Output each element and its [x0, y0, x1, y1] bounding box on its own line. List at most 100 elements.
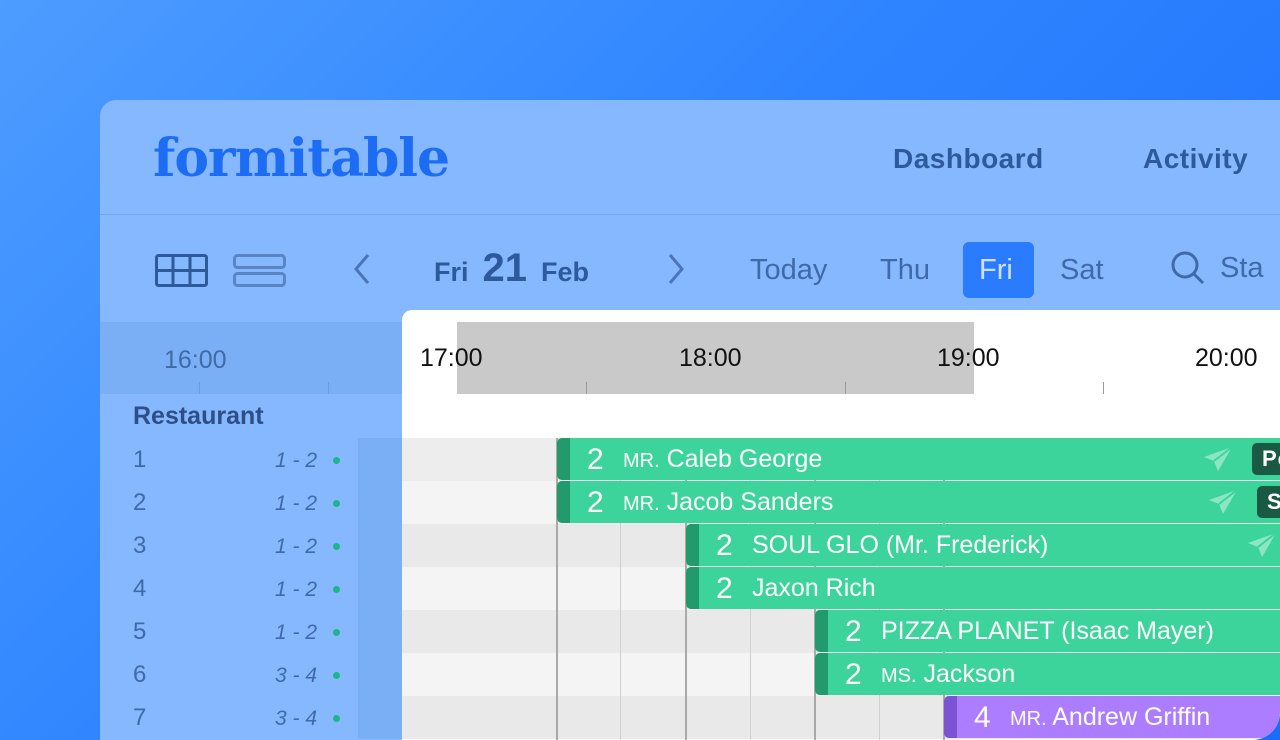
table-number: 7	[133, 704, 147, 731]
table-capacity: 1 - 2	[275, 535, 318, 558]
status-dot	[333, 586, 340, 593]
row-shade	[358, 481, 402, 524]
time-tick	[328, 382, 329, 394]
table-capacity: 3 - 4	[275, 664, 318, 687]
table-number: 5	[133, 618, 147, 645]
date-weekday: Fri	[434, 257, 469, 287]
search-icon	[1171, 251, 1205, 285]
booking-strip	[557, 438, 570, 480]
booking-strip	[686, 567, 699, 609]
calendar-toolbar: Fri 21 Feb Today Thu Fri Sat Sta	[100, 216, 1280, 322]
search-box[interactable]: Sta	[1170, 250, 1264, 286]
nav-dashboard[interactable]: Dashboard	[893, 143, 1044, 175]
guest-count: 2	[716, 572, 733, 605]
guest-count: 2	[587, 486, 604, 519]
send-icon	[1248, 532, 1277, 557]
left-time-header: 16:00	[100, 322, 402, 394]
guest-count: 2	[716, 529, 733, 562]
row-shade	[358, 567, 402, 610]
chevron-right-icon[interactable]	[666, 252, 686, 286]
date-number: 21	[482, 246, 528, 290]
booking-strip	[686, 524, 699, 566]
status-dot	[333, 500, 340, 507]
booking-bar[interactable]: 2 MR. Caleb George Po	[557, 438, 1280, 480]
list-view-icon[interactable]	[233, 254, 286, 287]
date-month: Feb	[541, 257, 590, 287]
hour-label: 16:00	[164, 346, 227, 374]
table-capacity: 1 - 2	[275, 578, 318, 601]
send-icon	[1204, 446, 1233, 471]
timeline-panel: 17:00 18:00 19:00 20:00 2 MR. Caleb Geor…	[402, 310, 1280, 740]
status-dot	[333, 629, 340, 636]
booking-strip	[815, 610, 828, 652]
send-icon	[1209, 489, 1238, 514]
table-number: 1	[133, 446, 147, 473]
chevron-left-icon[interactable]	[352, 252, 372, 286]
row-shade	[358, 610, 402, 653]
guest-count: 2	[587, 443, 604, 476]
search-text: Sta	[1220, 251, 1264, 284]
section-label: Restaurant	[133, 402, 264, 430]
guest-name: Jaxon Rich	[752, 574, 876, 602]
guest-name: MR. Caleb George	[623, 445, 823, 473]
status-dot	[333, 457, 340, 464]
time-tick	[845, 382, 846, 394]
brand-logo[interactable]: formitable	[153, 128, 450, 189]
table-number: 2	[133, 489, 147, 516]
row-shade	[358, 696, 402, 739]
booking-bar[interactable]: 2 MS. Jackson	[815, 653, 1280, 695]
status-dot	[333, 715, 340, 722]
hour-label: 20:00	[1195, 344, 1258, 372]
day-tab-fri[interactable]: Fri	[963, 242, 1034, 298]
table-row[interactable]: 7 3 - 4	[100, 696, 402, 739]
time-tick	[1103, 382, 1104, 394]
app-window: formitable Dashboard Activity Fri 21 Feb…	[100, 100, 1280, 740]
booking-bar[interactable]: 2 MR. Jacob Sanders Ss	[557, 481, 1280, 523]
table-number: 4	[133, 575, 147, 602]
top-navigation-bar: formitable Dashboard Activity	[100, 100, 1280, 215]
table-number: 3	[133, 532, 147, 559]
table-row[interactable]: 4 1 - 2	[100, 567, 402, 610]
current-date[interactable]: Fri 21 Feb	[434, 246, 589, 291]
time-tick	[586, 382, 587, 394]
today-button[interactable]: Today	[734, 242, 843, 298]
booking-strip	[815, 653, 828, 695]
hour-label: 18:00	[679, 344, 742, 372]
booking-bar[interactable]: 2 Jaxon Rich	[686, 567, 1280, 609]
guest-name: MR. Jacob Sanders	[623, 488, 834, 516]
time-tick	[199, 382, 200, 394]
booking-strip	[557, 481, 570, 523]
nav-activity[interactable]: Activity	[1143, 143, 1248, 175]
guest-count: 2	[845, 615, 862, 648]
hour-label: 17:00	[420, 344, 483, 372]
guest-count: 4	[974, 701, 991, 734]
hour-label: 19:00	[937, 344, 1000, 372]
table-capacity: 1 - 2	[275, 492, 318, 515]
row-shade	[358, 438, 402, 481]
row-shade	[358, 524, 402, 567]
guest-name: MS. Jackson	[881, 660, 1016, 688]
guest-name: MR. Andrew Griffin	[1010, 703, 1211, 731]
table-row[interactable]: 2 1 - 2	[100, 481, 402, 524]
guest-name: SOUL GLO (Mr. Frederick)	[752, 531, 1049, 559]
table-row[interactable]: 1 1 - 2	[100, 438, 402, 481]
day-tab-thu[interactable]: Thu	[864, 242, 946, 298]
table-capacity: 1 - 2	[275, 449, 318, 472]
table-row[interactable]: 6 3 - 4	[100, 653, 402, 696]
day-tab-sat[interactable]: Sat	[1044, 242, 1120, 298]
table-row[interactable]: 5 1 - 2	[100, 610, 402, 653]
tag-badge: Ss	[1257, 486, 1280, 518]
table-row[interactable]: 3 1 - 2	[100, 524, 402, 567]
booking-bar[interactable]: 2 SOUL GLO (Mr. Frederick)	[686, 524, 1280, 566]
row-shade	[358, 653, 402, 696]
status-dot	[333, 672, 340, 679]
guest-name: PIZZA PLANET (Isaac Mayer)	[881, 617, 1214, 645]
booking-strip	[944, 696, 957, 738]
booking-bar[interactable]: 2 PIZZA PLANET (Isaac Mayer)	[815, 610, 1280, 652]
table-capacity: 1 - 2	[275, 621, 318, 644]
table-number: 6	[133, 661, 147, 688]
booking-bar[interactable]: 4 MR. Andrew Griffin	[944, 696, 1280, 738]
grid-view-icon[interactable]	[155, 254, 208, 287]
tag-badge: Po	[1252, 443, 1280, 475]
status-dot	[333, 543, 340, 550]
